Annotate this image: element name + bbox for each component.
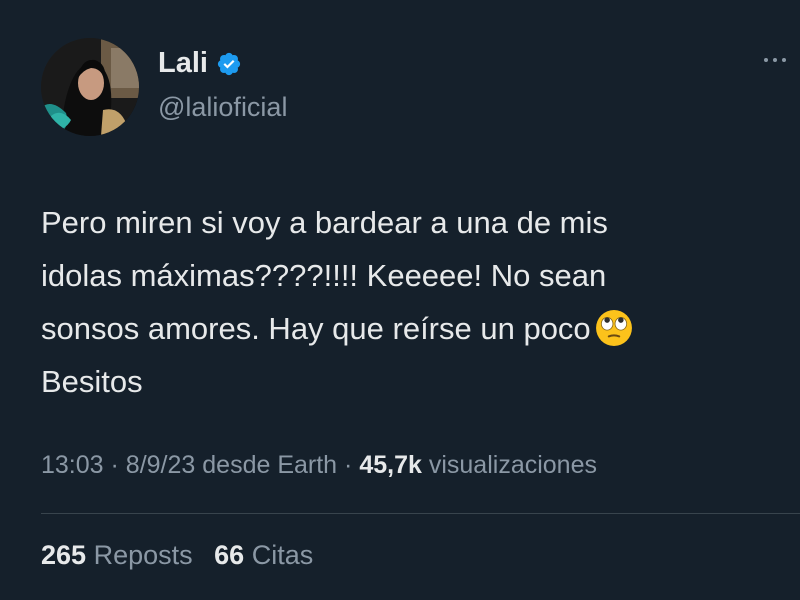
tweet-meta: 13:03 · 8/9/23 desde Earth · 45,7k visua…	[41, 451, 597, 480]
tweet-line-with-emoji: sonsos amores. Hay que reírse un poco	[41, 302, 761, 355]
tweet-line: sonsos amores. Hay que reírse un poco	[41, 311, 591, 346]
verified-badge-icon	[217, 52, 241, 75]
reposts-link[interactable]: 265 Reposts	[41, 540, 193, 570]
engagement-stats: 265 Reposts 66 Citas	[41, 540, 313, 571]
user-display-name-row[interactable]: Lali	[158, 47, 242, 80]
tweet-date[interactable]: 8/9/23	[126, 451, 196, 479]
quotes-link[interactable]: 66 Citas	[214, 540, 313, 570]
quotes-count: 66	[214, 540, 245, 570]
meta-separator: ·	[344, 451, 353, 479]
tweet-source: desde Earth	[202, 451, 338, 479]
user-handle[interactable]: @lalioficial	[158, 92, 287, 123]
face-with-rolling-eyes-icon	[595, 309, 632, 346]
tweet-line: Pero miren si voy a bardear a una de mis	[41, 205, 608, 240]
views-label: visualizaciones	[428, 451, 597, 479]
avatar[interactable]	[41, 38, 139, 136]
meta-separator: ·	[110, 451, 119, 479]
tweet-time[interactable]: 13:03	[41, 451, 104, 479]
divider	[41, 513, 800, 514]
views-count: 45,7k	[359, 451, 422, 479]
tweet-text: Pero miren si voy a bardear a una de mis…	[41, 196, 761, 408]
tweet-line: Besitos	[41, 364, 143, 399]
reposts-label: Reposts	[93, 540, 193, 570]
reposts-count: 265	[41, 540, 87, 570]
avatar-photo	[41, 38, 139, 136]
quotes-label: Citas	[251, 540, 314, 570]
tweet-line: idolas máximas????!!!! Keeeee! No sean	[41, 258, 607, 293]
more-options-icon[interactable]	[764, 58, 786, 62]
display-name[interactable]: Lali	[158, 47, 208, 80]
